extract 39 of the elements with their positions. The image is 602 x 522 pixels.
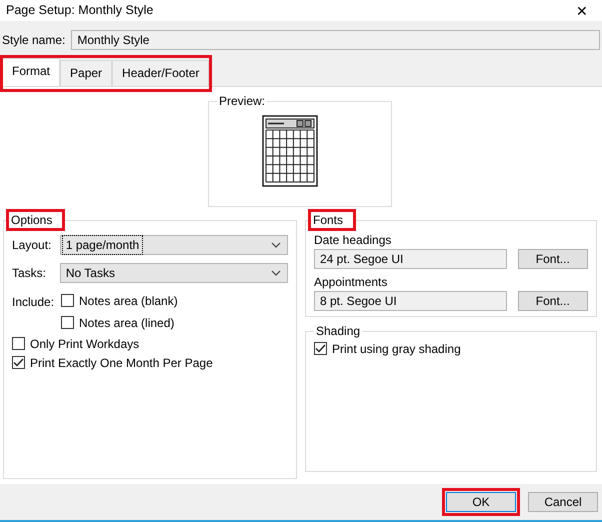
- checkbox-label: Print Exactly One Month Per Page: [30, 354, 213, 372]
- checkbox-label: Notes area (lined): [79, 314, 174, 332]
- dropdown[interactable]: 1 page/month: [60, 235, 288, 256]
- field-label: Include:: [12, 294, 56, 312]
- chevron-down-icon: [271, 270, 281, 276]
- field-label: Style name:: [2, 32, 66, 50]
- group-label: Fonts: [308, 209, 356, 232]
- font-field[interactable]: 8 pt. Segoe UI: [314, 291, 507, 312]
- dropdown[interactable]: No Tasks: [60, 263, 288, 284]
- style-name-field[interactable]: Monthly Style: [71, 30, 600, 50]
- checkbox-label: Notes area (blank): [79, 292, 178, 310]
- tab[interactable]: Header/Footer: [112, 60, 210, 86]
- dropdown-value: No Tasks: [64, 265, 116, 282]
- dialog-button[interactable]: OK: [446, 492, 516, 512]
- field-label: Date headings: [314, 232, 392, 250]
- group-label: Options: [6, 209, 66, 232]
- tab[interactable]: Paper: [60, 60, 112, 86]
- checkbox-label: Only Print Workdays: [30, 336, 140, 353]
- font-button[interactable]: Font...: [518, 291, 588, 312]
- font-button[interactable]: Font...: [518, 249, 588, 270]
- checkbox[interactable]: [314, 342, 327, 356]
- field-label: Layout:: [12, 237, 52, 254]
- window-title: Page Setup: Monthly Style: [6, 2, 154, 20]
- field-label: Tasks:: [12, 265, 48, 282]
- group-label: Shading: [315, 323, 362, 340]
- calendar-icon: [262, 115, 318, 188]
- checkbox[interactable]: [61, 316, 74, 330]
- field-label: Appointments: [314, 274, 388, 292]
- checkbox[interactable]: [61, 294, 74, 308]
- checkbox-label: Print using gray shading: [332, 340, 461, 358]
- checkbox[interactable]: [12, 337, 25, 350]
- checkbox[interactable]: [12, 356, 25, 370]
- group-label: Preview:: [218, 93, 266, 110]
- dropdown-value: 1 page/month: [62, 236, 142, 254]
- dialog-button[interactable]: Cancel: [528, 492, 598, 512]
- chevron-down-icon: [271, 242, 281, 248]
- font-field[interactable]: 24 pt. Segoe UI: [314, 249, 507, 270]
- tab[interactable]: Format: [2, 58, 60, 86]
- close-button[interactable]: ✕: [576, 4, 588, 18]
